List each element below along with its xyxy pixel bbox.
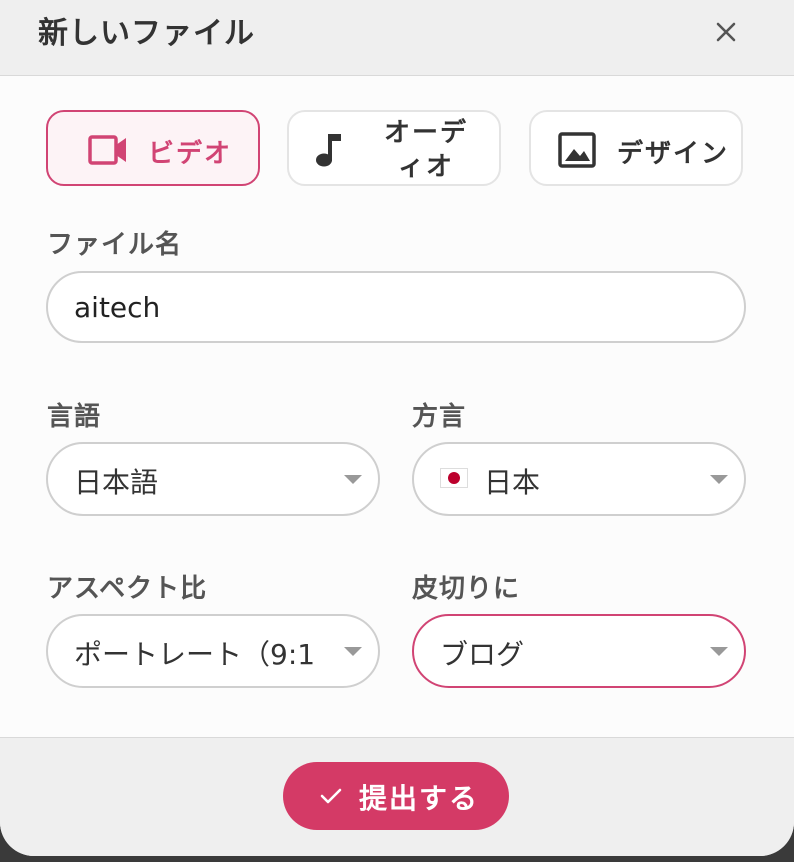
language-label: 言語 [47,402,102,432]
aspect-ratio-select[interactable]: ポートレート（9:1 [46,614,380,688]
dialect-select[interactable]: 日本 [412,442,746,516]
submit-label: 提出する [359,782,480,815]
video-camera-icon [88,132,128,168]
dialect-label: 方言 [412,402,467,432]
music-note-icon [311,132,351,168]
close-button[interactable] [708,14,744,50]
file-name-input[interactable] [46,271,746,343]
crop-to-label: 皮切りに [412,574,521,604]
type-audio-button[interactable]: オーディオ [287,110,501,186]
type-video-label: ビデオ [148,139,233,169]
language-value: 日本語 [74,466,159,499]
submit-button[interactable]: 提出する [283,762,509,830]
chevron-down-icon [710,475,728,485]
dialog-header: 新しいファイル [0,0,794,76]
crop-to-select[interactable]: ブログ [412,614,746,688]
file-name-label: ファイル名 [47,230,183,260]
image-icon [557,132,597,168]
new-file-dialog: 新しいファイル ビデオ オーディオ デザイン ファイル名 aitech 言語 日… [0,0,794,856]
dialog-footer: 提出する [0,737,794,856]
dialog-title: 新しいファイル [38,16,255,51]
crop-to-value: ブログ [440,638,525,671]
aspect-ratio-value: ポートレート（9:1 [74,638,316,671]
close-icon [716,22,736,42]
aspect-ratio-label: アスペクト比 [47,574,208,604]
chevron-down-icon [344,647,362,657]
dialect-value: 日本 [484,466,541,499]
chevron-down-icon [344,475,362,485]
type-design-label: デザイン [617,139,730,169]
check-icon [319,784,343,808]
chevron-down-icon [710,647,728,657]
language-select[interactable]: 日本語 [46,442,380,516]
type-audio-label: オーディオ [383,118,468,182]
type-design-button[interactable]: デザイン [529,110,743,186]
japan-flag-icon [440,468,468,488]
type-video-button[interactable]: ビデオ [46,110,260,186]
